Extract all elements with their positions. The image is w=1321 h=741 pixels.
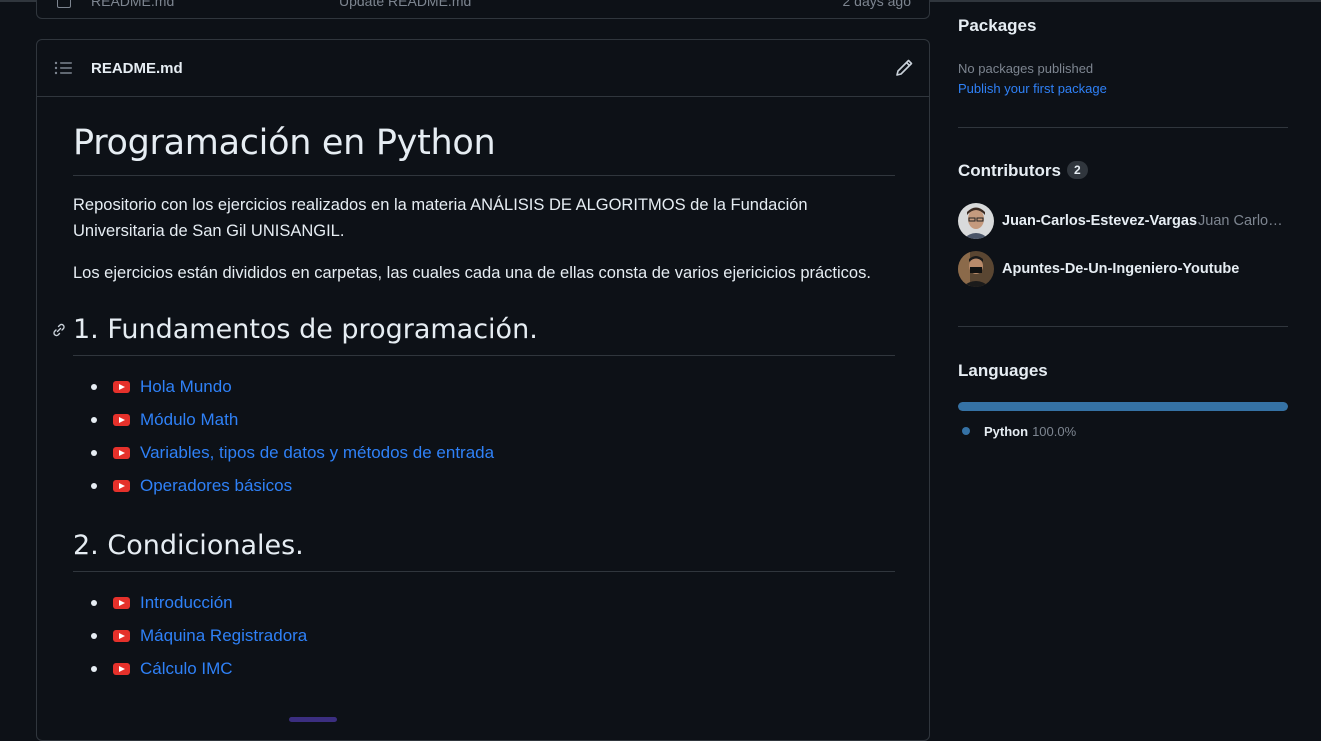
contributor-fullname: Juan Carlos Estevez Vargas: [1198, 213, 1284, 229]
publish-package-link[interactable]: Publish your first package: [958, 81, 1107, 96]
languages-heading: Languages: [958, 361, 1048, 380]
bullet: [91, 600, 97, 606]
language-item-python[interactable]: Python 100.0%: [962, 424, 1076, 439]
file-name[interactable]: README.md: [91, 0, 174, 9]
video-link[interactable]: Hola Mundo: [140, 377, 232, 396]
video-link[interactable]: Módulo Math: [140, 410, 238, 429]
youtube-icon: [113, 413, 130, 426]
video-list: Hola Mundo Módulo Math Variables, tipos …: [73, 370, 895, 502]
packages-empty-text: No packages published: [958, 61, 1094, 76]
pencil-icon[interactable]: [893, 57, 915, 79]
video-link[interactable]: Operadores básicos: [140, 476, 292, 495]
commit-message[interactable]: Update README.md: [339, 0, 471, 9]
file-icon: [57, 0, 71, 8]
list-item: Hola Mundo: [91, 370, 895, 403]
contributors-header[interactable]: Contributors 2: [958, 161, 1088, 181]
contributors-count-badge: 2: [1066, 161, 1088, 179]
section-heading-text: 2. Condicionales.: [73, 530, 304, 561]
divider: [958, 326, 1288, 327]
language-name: Python: [984, 424, 1029, 439]
language-bar: [958, 402, 1288, 411]
bullet: [91, 483, 97, 489]
readme-filename: README.md: [91, 60, 183, 77]
video-link[interactable]: Máquina Registradora: [140, 626, 307, 645]
language-bar-segment-python: [958, 402, 1288, 411]
contributor-login[interactable]: Juan-Carlos-Estevez-Vargas: [1002, 213, 1197, 229]
commit-age: 2 days ago: [842, 0, 912, 9]
list-item: Variables, tipos de datos y métodos de e…: [91, 436, 895, 469]
section-heading-text: 1. Fundamentos de programación.: [73, 314, 538, 345]
youtube-icon: [113, 446, 130, 459]
bullet: [91, 666, 97, 672]
youtube-icon: [113, 380, 130, 393]
language-percent: 100.0%: [1032, 424, 1077, 439]
contributor-login[interactable]: Apuntes-De-Un-Ingeniero-Youtube: [1002, 261, 1239, 277]
bullet: [91, 384, 97, 390]
avatar[interactable]: [958, 251, 994, 287]
list-item: Operadores básicos: [91, 469, 895, 502]
youtube-icon: [113, 629, 130, 642]
bullet: [91, 633, 97, 639]
packages-heading[interactable]: Packages: [958, 16, 1036, 36]
bullet: [91, 417, 97, 423]
contributor-item[interactable]: Juan-Carlos-Estevez-Vargas Juan Carlos E…: [958, 203, 1288, 239]
contributor-item[interactable]: Apuntes-De-Un-Ingeniero-Youtube: [958, 251, 1288, 287]
readme-paragraph: Repositorio con los ejercicios realizado…: [73, 196, 808, 240]
list-item: Módulo Math: [91, 403, 895, 436]
readme-content: Programación en Python Repositorio con l…: [53, 97, 895, 685]
readme-heading: Programación en Python: [73, 123, 895, 176]
link-icon[interactable]: [51, 322, 67, 338]
readme-panel: README.md Programación en Python Reposit…: [36, 39, 930, 741]
bullet: [91, 450, 97, 456]
video-link[interactable]: Cálculo IMC: [140, 659, 233, 678]
youtube-icon: [113, 596, 130, 609]
list-item: Introducción: [91, 586, 895, 619]
list-unordered-icon[interactable]: [54, 61, 72, 75]
list-item: Cálculo IMC: [91, 652, 895, 685]
video-list: Introducción Máquina Registradora Cálcul…: [73, 586, 895, 685]
section-heading: 2. Condicionales.: [73, 530, 895, 572]
section-heading: 1. Fundamentos de programación.: [53, 314, 895, 356]
video-link[interactable]: Introducción: [140, 593, 233, 612]
youtube-icon: [113, 662, 130, 675]
contributors-heading[interactable]: Contributors: [958, 161, 1061, 180]
youtube-icon: [113, 479, 130, 492]
language-color-dot: [962, 427, 970, 435]
video-link[interactable]: Variables, tipos de datos y métodos de e…: [140, 443, 494, 462]
divider: [958, 127, 1288, 128]
readme-header: README.md: [37, 40, 929, 97]
scrollbar-thumb[interactable]: [289, 717, 337, 722]
list-item: Máquina Registradora: [91, 619, 895, 652]
readme-paragraph: Los ejercicios están divididos en carpet…: [73, 264, 871, 282]
avatar[interactable]: [958, 203, 994, 239]
file-row[interactable]: README.md Update README.md 2 days ago: [36, 0, 930, 19]
